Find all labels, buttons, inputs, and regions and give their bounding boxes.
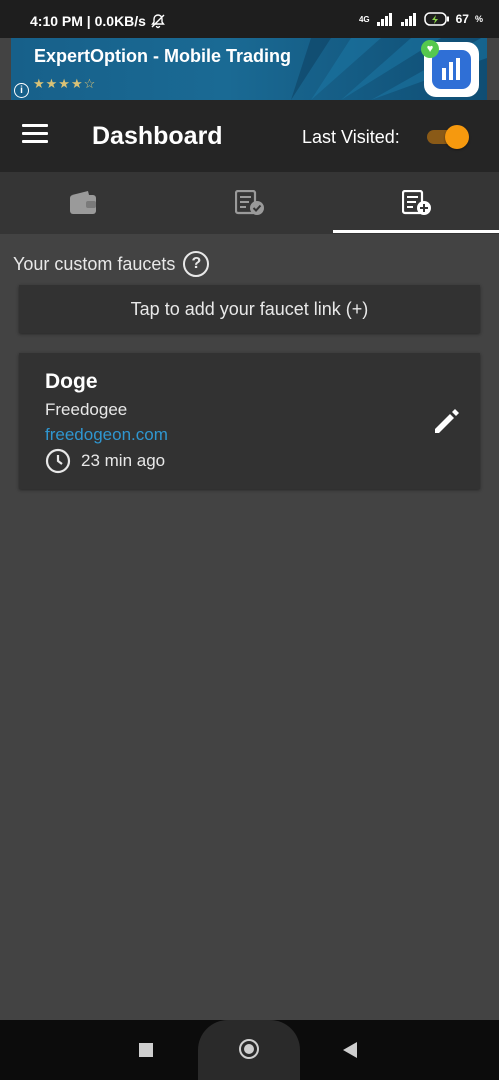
section-title: Your custom faucets (13, 253, 176, 274)
help-icon[interactable]: ? (183, 251, 210, 277)
system-nav-bar (0, 1020, 499, 1080)
recents-icon[interactable] (139, 1043, 153, 1057)
wallet-icon (70, 191, 96, 214)
menu-icon[interactable] (22, 124, 48, 144)
faucet-last-visited: 23 min ago (45, 448, 165, 474)
last-visited-label: Last Visited: (302, 127, 400, 147)
network-type: 4G (358, 14, 370, 24)
faucet-link[interactable]: freedogeon.com (45, 425, 168, 445)
edit-faucet-button[interactable] (431, 405, 463, 437)
status-bar: 4:10 PM | 0.0KB/s 4G 67% (0, 0, 499, 38)
app-bar: Dashboard Last Visited: (0, 100, 499, 172)
ad-title[interactable]: ExpertOption - Mobile Trading (34, 46, 291, 67)
status-time: 4:10 PM | 0.0KB/s (30, 13, 146, 29)
clock-icon (45, 448, 71, 474)
toggle-thumb (445, 125, 469, 149)
tab-bar (0, 172, 499, 234)
battery-level: 67 (455, 12, 469, 26)
signal-icon-2 (400, 13, 416, 26)
ad-app-icon[interactable]: ♥ (421, 40, 479, 97)
faucet-time: 23 min ago (81, 451, 166, 470)
tab-visited-list[interactable] (166, 172, 332, 234)
faucet-name: Doge (45, 370, 98, 393)
faucet-card[interactable]: Doge Freedogee freedogeon.com 23 min ago (19, 353, 480, 489)
heart-icon: ♥ (421, 40, 439, 58)
last-visited-toggle[interactable] (427, 125, 471, 149)
bell-off-icon (151, 14, 165, 29)
battery-charging-icon (423, 12, 449, 26)
tab-custom-faucets[interactable] (333, 172, 499, 234)
list-check-icon (235, 190, 264, 215)
section-header: Your custom faucets ? (13, 251, 210, 277)
back-icon[interactable] (343, 1042, 357, 1058)
list-add-icon (402, 190, 431, 215)
faucet-subtitle: Freedogee (45, 400, 128, 419)
ad-banner[interactable]: ExpertOption - Mobile Trading ★★★★☆ i ♥ (11, 38, 487, 100)
ad-rating-stars: ★★★★☆ (33, 76, 97, 91)
page-title: Dashboard (92, 122, 223, 150)
tab-wallet[interactable] (0, 172, 166, 234)
signal-icon (376, 13, 392, 26)
pencil-icon (435, 409, 459, 433)
add-faucet-button[interactable]: Tap to add your faucet link (+) (19, 285, 480, 333)
ad-info-icon[interactable]: i (14, 83, 29, 98)
tab-selected-indicator (333, 230, 499, 233)
home-icon[interactable] (239, 1039, 259, 1059)
